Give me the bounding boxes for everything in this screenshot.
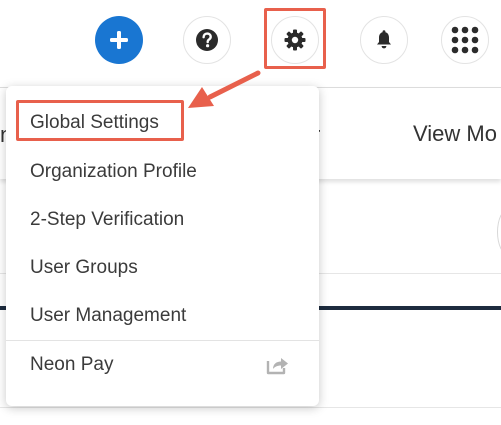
menu-item-global-settings[interactable]: Global Settings: [6, 99, 319, 145]
notifications-button[interactable]: [360, 16, 408, 64]
top-toolbar: [0, 0, 501, 86]
card-edge: [497, 209, 501, 255]
menu-item-label: Neon Pay: [30, 354, 114, 375]
external-link-icon: [266, 358, 288, 375]
divider: [0, 407, 501, 408]
menu-item-2-step-verification[interactable]: 2-Step Verification: [6, 196, 319, 242]
menu-item-label: User Management: [30, 305, 187, 326]
menu-item-user-management[interactable]: User Management: [6, 292, 319, 338]
plus-icon: [110, 31, 128, 49]
settings-dropdown-menu: Global Settings Organization Profile 2-S…: [6, 86, 319, 406]
menu-item-label: Organization Profile: [30, 161, 197, 182]
add-button[interactable]: [95, 16, 143, 64]
nav-view-more[interactable]: View Mo: [413, 121, 497, 147]
menu-item-organization-profile[interactable]: Organization Profile: [6, 148, 319, 194]
bell-icon: [377, 30, 391, 49]
apps-grid-icon: [451, 26, 479, 54]
settings-button[interactable]: [271, 16, 319, 64]
menu-item-label: 2-Step Verification: [30, 209, 185, 230]
apps-menu-button[interactable]: [441, 16, 489, 64]
menu-item-label: Global Settings: [30, 112, 159, 133]
help-icon: [196, 29, 218, 51]
menu-item-neon-pay[interactable]: Neon Pay: [6, 341, 319, 387]
help-button[interactable]: [183, 16, 231, 64]
menu-item-user-groups[interactable]: User Groups: [6, 244, 319, 290]
menu-item-label: User Groups: [30, 257, 138, 278]
gear-icon: [284, 29, 306, 51]
